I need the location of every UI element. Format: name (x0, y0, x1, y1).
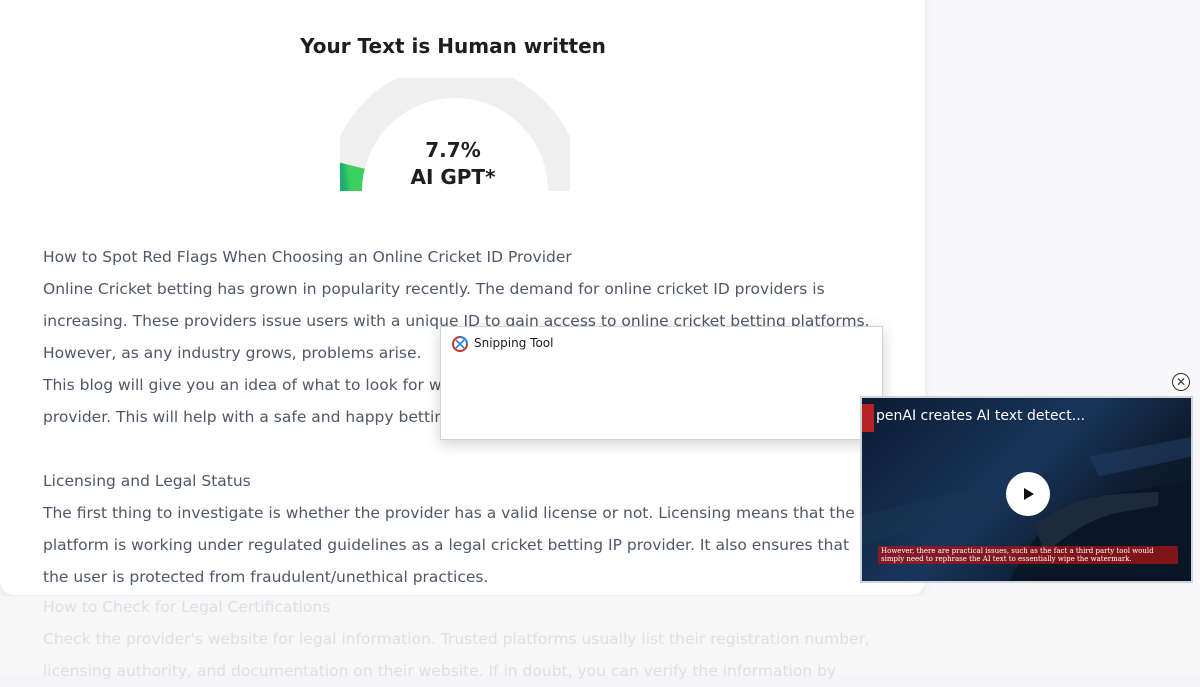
snipping-tool-window[interactable]: Snipping Tool (440, 326, 883, 440)
ai-score-value: 7.7% (425, 138, 481, 162)
play-button[interactable] (1006, 472, 1050, 516)
ai-score-label: AI GPT* (410, 165, 496, 189)
snipping-tool-title: Snipping Tool (474, 336, 554, 350)
faded-line: licensing authority, and documentation o… (43, 662, 837, 680)
text-line: How to Spot Red Flags When Choosing an O… (43, 248, 572, 266)
faded-line: How to Check for Legal Certifications (43, 598, 331, 616)
text-line: the user is protected from fraudulent/un… (43, 568, 489, 586)
scissors-icon (452, 336, 468, 352)
video-title: penAI creates AI text detect... (876, 408, 1086, 424)
text-line: Licensing and Legal Status (43, 472, 251, 490)
play-icon (1024, 488, 1034, 500)
faded-text: How to Check for Legal Certifications Ch… (43, 591, 943, 687)
channel-logo (862, 404, 874, 432)
video-player[interactable]: penAI creates AI text detect... However,… (860, 396, 1193, 583)
text-line: Online Cricket betting has grown in popu… (43, 280, 825, 298)
video-caption: However, there are practical issues, suc… (878, 546, 1178, 564)
text-line: platform is working under regulated guid… (43, 536, 850, 554)
faded-line: Check the provider's website for legal i… (43, 630, 870, 648)
text-line: The first thing to investigate is whethe… (43, 504, 855, 522)
close-circle-icon[interactable]: ✕ (1172, 373, 1190, 391)
result-title: Your Text is Human written (300, 34, 606, 58)
